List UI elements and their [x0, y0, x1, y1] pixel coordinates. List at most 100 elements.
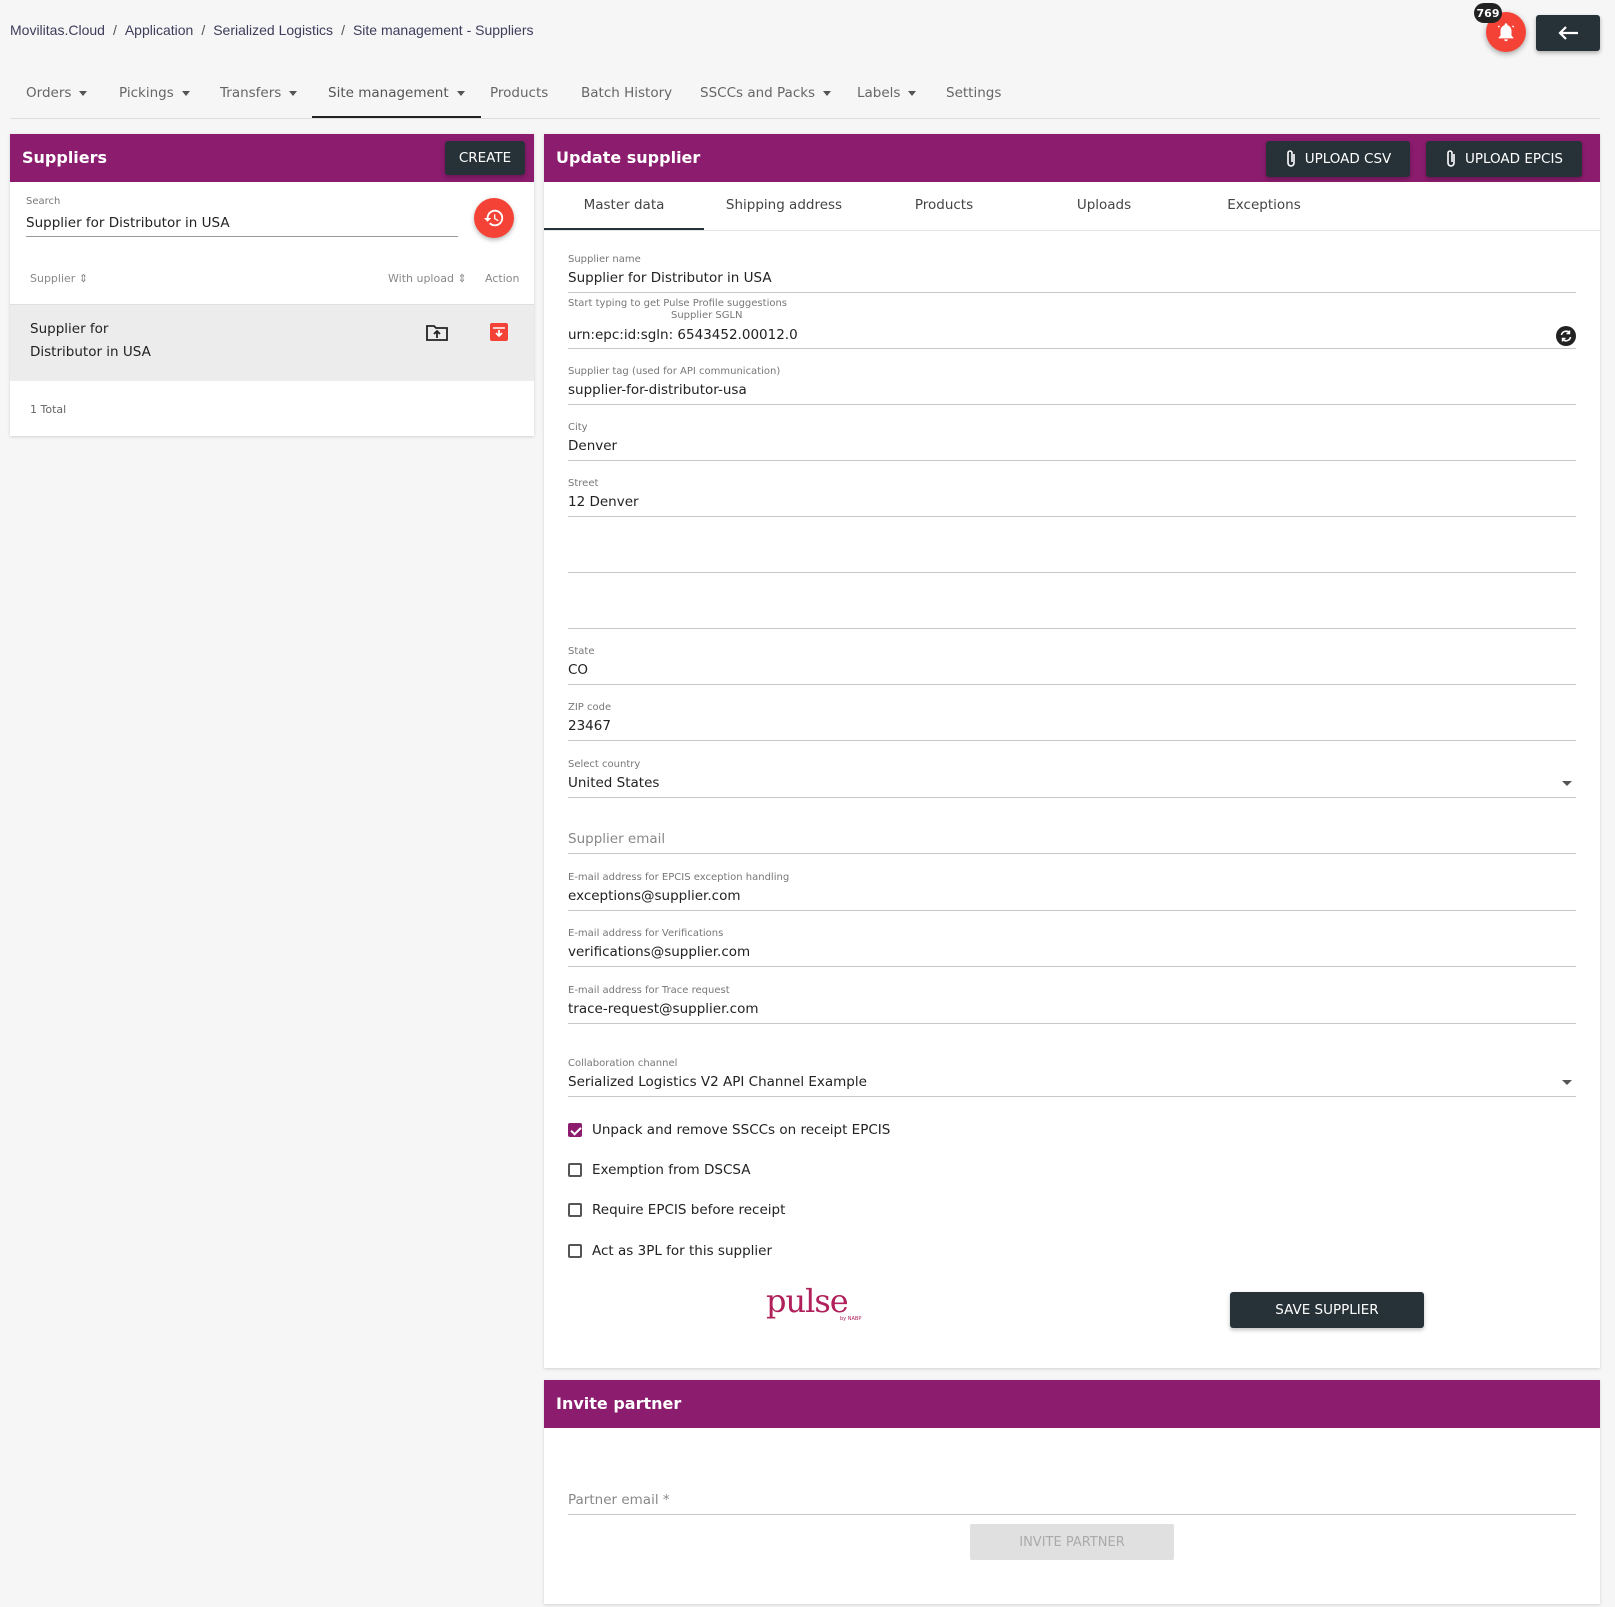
nav-batch-history[interactable]: Batch History	[581, 70, 672, 116]
archive-button[interactable]	[489, 322, 509, 346]
zip-code-field[interactable]: ZIP code 23467	[568, 702, 1576, 741]
upload-csv-button[interactable]: UPLOAD CSV	[1266, 141, 1410, 177]
field-value: United States	[568, 775, 660, 791]
upload-folder-button[interactable]	[426, 323, 448, 345]
unpack-ssccs-checkbox[interactable]: Unpack and remove SSCCs on receipt EPCIS	[568, 1120, 890, 1140]
column-header-action: Action	[485, 272, 520, 285]
column-header-with-upload[interactable]: With upload ⇕	[388, 272, 467, 285]
field-label: City	[568, 422, 588, 433]
field-value: Serialized Logistics V2 API Channel Exam…	[568, 1074, 867, 1090]
nav-pickings[interactable]: Pickings	[119, 70, 190, 116]
supplier-name-line2: Distributor in USA	[30, 344, 151, 360]
field-label: Supplier name	[568, 254, 641, 265]
trace-request-email-field[interactable]: E-mail address for Trace request trace-r…	[568, 985, 1576, 1024]
field-value: Denver	[568, 438, 618, 454]
invite-partner-button[interactable]: INVITE PARTNER	[970, 1524, 1174, 1560]
exemption-dscsa-checkbox[interactable]: Exemption from DSCSA	[568, 1160, 750, 1180]
breadcrumb-item[interactable]: Movilitas.Cloud	[10, 22, 105, 38]
paperclip-icon	[1286, 150, 1295, 167]
country-select[interactable]: Select country United States	[568, 759, 1576, 798]
field-value: exceptions@supplier.com	[568, 888, 741, 904]
tab-master-data[interactable]: Master data	[544, 182, 704, 230]
main-nav: Orders Pickings Transfers Site managemen…	[10, 70, 1600, 119]
field-value: CO	[568, 662, 589, 678]
supplier-tag-field[interactable]: Supplier tag (used for API communication…	[568, 366, 1576, 405]
checkbox-label: Unpack and remove SSCCs on receipt EPCIS	[592, 1122, 891, 1138]
caret-down-icon	[289, 90, 298, 96]
checkbox-unchecked-icon	[568, 1244, 582, 1258]
address-line-3-field[interactable]	[568, 590, 1576, 629]
tab-shipping-address[interactable]: Shipping address	[704, 182, 864, 228]
search-value: Supplier for Distributor in USA	[26, 215, 230, 231]
partner-email-field[interactable]: Partner email *	[568, 1476, 1576, 1515]
sync-icon[interactable]	[1556, 326, 1576, 346]
address-line-2-field[interactable]	[568, 534, 1576, 573]
column-header-supplier[interactable]: Supplier ⇕	[30, 272, 88, 285]
collaboration-channel-select[interactable]: Collaboration channel Serialized Logisti…	[568, 1058, 1576, 1097]
nav-products[interactable]: Products	[490, 70, 548, 116]
breadcrumb: Movilitas.Cloud / Application / Serialized L…	[10, 22, 534, 38]
field-label: E-mail address for EPCIS exception handl…	[568, 872, 790, 883]
search-input[interactable]: Supplier for Distributor in USA	[26, 212, 458, 237]
suppliers-panel: Suppliers CREATE Search Supplier for Dis…	[10, 134, 534, 436]
breadcrumb-current: Site management - Suppliers	[352, 22, 534, 38]
supplier-sgln-field[interactable]: Supplier SGLN urn:epc:id:sgln: 6543452.0…	[568, 310, 1576, 349]
supplier-email-field[interactable]: Supplier email	[568, 815, 1576, 854]
nav-orders[interactable]: Orders	[26, 70, 88, 116]
checkbox-label: Require EPCIS before receipt	[592, 1202, 786, 1218]
invite-partner-title: Invite partner	[556, 1394, 682, 1413]
tab-uploads[interactable]: Uploads	[1024, 182, 1184, 228]
supplier-tabs: Master data Shipping address Products Up…	[544, 182, 1600, 231]
verifications-email-field[interactable]: E-mail address for Verifications verific…	[568, 928, 1576, 967]
paperclip-icon	[1447, 150, 1455, 167]
state-field[interactable]: State CO	[568, 646, 1576, 685]
total-count: 1 Total	[30, 403, 67, 416]
act-as-3pl-checkbox[interactable]: Act as 3PL for this supplier	[568, 1241, 772, 1261]
checkbox-checked-icon	[568, 1123, 582, 1137]
logo-word: pulse	[766, 1282, 849, 1320]
field-value: 12 Denver	[568, 494, 639, 510]
require-epcis-checkbox[interactable]: Require EPCIS before receipt	[568, 1200, 785, 1220]
checkbox-label: Exemption from DSCSA	[592, 1162, 751, 1178]
breadcrumb-item[interactable]: Application	[125, 22, 194, 38]
notification-count-badge: 769	[1474, 3, 1502, 23]
street-field[interactable]: Street 12 Denver	[568, 478, 1576, 517]
archive-icon	[490, 323, 508, 341]
upload-epcis-button[interactable]: UPLOAD EPCIS	[1426, 141, 1582, 177]
caret-down-icon	[456, 90, 465, 96]
create-button[interactable]: CREATE	[445, 141, 525, 175]
epcis-exception-email-field[interactable]: E-mail address for EPCIS exception handl…	[568, 872, 1576, 911]
nav-label: Site management	[328, 85, 449, 101]
field-value: verifications@supplier.com	[568, 944, 751, 960]
reset-search-button[interactable]	[474, 198, 514, 238]
suppliers-title: Suppliers	[22, 148, 108, 167]
field-label: Select country	[568, 759, 641, 770]
nav-site-management[interactable]: Site management	[312, 70, 481, 118]
tab-exceptions[interactable]: Exceptions	[1184, 182, 1344, 228]
breadcrumb-item[interactable]: Serialized Logistics	[213, 22, 333, 38]
field-label: E-mail address for Trace request	[568, 985, 730, 996]
arrow-left-icon	[1558, 26, 1578, 40]
field-value: Supplier for Distributor in USA	[568, 270, 772, 286]
nav-ssccs-and-packs[interactable]: SSCCs and Packs	[700, 70, 832, 116]
caret-down-icon	[181, 90, 190, 96]
table-row[interactable]: Supplier for Distributor in USA	[10, 304, 534, 381]
checkbox-label: Act as 3PL for this supplier	[592, 1243, 773, 1259]
nav-labels[interactable]: Labels	[857, 70, 917, 116]
nav-label: Pickings	[119, 85, 174, 101]
supplier-name-field[interactable]: Supplier name Supplier for Distributor i…	[568, 254, 1576, 293]
save-supplier-button[interactable]: SAVE SUPPLIER	[1230, 1292, 1424, 1328]
field-label: Supplier tag (used for API communication…	[568, 366, 781, 377]
field-label: Supplier SGLN	[671, 310, 743, 321]
caret-down-icon	[823, 90, 832, 96]
city-field[interactable]: City Denver	[568, 422, 1576, 461]
history-icon	[483, 209, 504, 227]
nav-label: Transfers	[220, 85, 282, 101]
nav-label: SSCCs and Packs	[700, 85, 816, 101]
tab-products[interactable]: Products	[864, 182, 1024, 228]
field-label: ZIP code	[568, 702, 612, 713]
back-button[interactable]	[1536, 15, 1600, 51]
nav-settings[interactable]: Settings	[946, 70, 1001, 116]
nav-label: Orders	[26, 85, 72, 101]
nav-transfers[interactable]: Transfers	[220, 70, 298, 116]
